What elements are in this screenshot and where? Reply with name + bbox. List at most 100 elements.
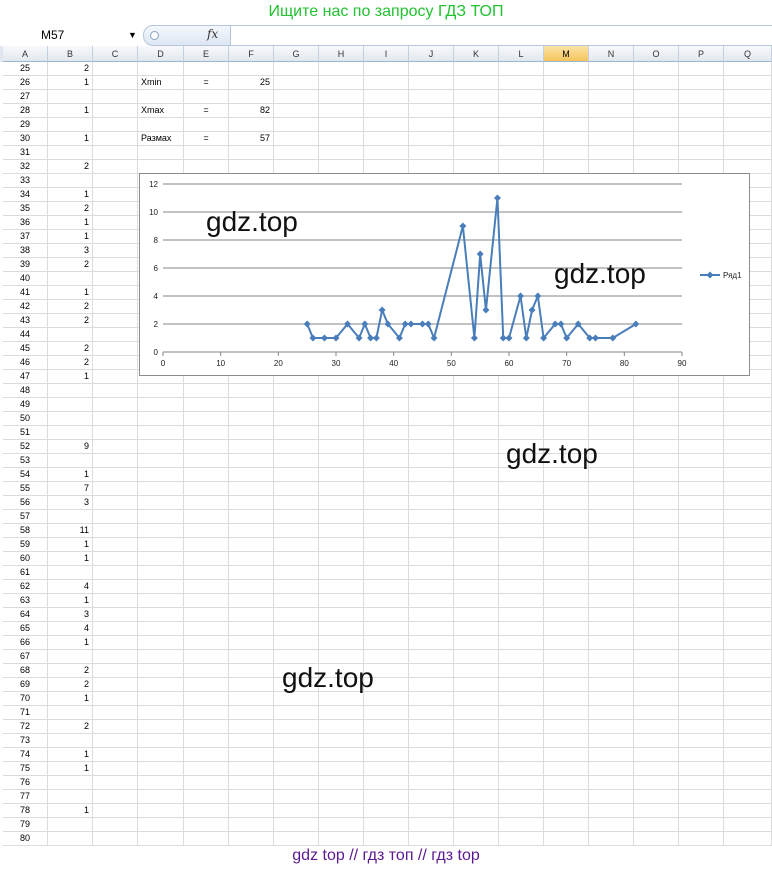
cell-h26[interactable]	[319, 76, 364, 90]
cell-d76[interactable]	[138, 776, 184, 790]
cell-o26[interactable]	[634, 76, 679, 90]
cell-i30[interactable]	[364, 132, 409, 146]
cell-i64[interactable]	[364, 608, 409, 622]
cell-c45[interactable]	[93, 342, 138, 356]
cell-e27[interactable]	[184, 90, 229, 104]
cell-e74[interactable]	[184, 748, 229, 762]
row-header[interactable]: 78	[3, 804, 48, 818]
cell-n48[interactable]	[589, 384, 634, 398]
cell-d58[interactable]	[138, 524, 184, 538]
row-header[interactable]: 80	[3, 832, 48, 846]
cell-k66[interactable]	[454, 636, 499, 650]
name-box[interactable]: M57 ▼	[0, 26, 140, 44]
cell-j25[interactable]	[409, 62, 454, 76]
cell-i59[interactable]	[364, 538, 409, 552]
cell-g74[interactable]	[274, 748, 319, 762]
cell-c63[interactable]	[93, 594, 138, 608]
cell-g59[interactable]	[274, 538, 319, 552]
cell-b46[interactable]: 2	[48, 356, 93, 370]
row-header[interactable]: 59	[3, 538, 48, 552]
cell-k50[interactable]	[454, 412, 499, 426]
cell-q68[interactable]	[724, 664, 772, 678]
cell-c72[interactable]	[93, 720, 138, 734]
row-header[interactable]: 44	[3, 328, 48, 342]
chevron-down-icon[interactable]: ▼	[128, 26, 137, 44]
cell-e67[interactable]	[184, 650, 229, 664]
cell-c66[interactable]	[93, 636, 138, 650]
cell-k25[interactable]	[454, 62, 499, 76]
cell-c31[interactable]	[93, 146, 138, 160]
cell-p73[interactable]	[679, 734, 724, 748]
cell-j56[interactable]	[409, 496, 454, 510]
cell-d25[interactable]	[138, 62, 184, 76]
cell-f30[interactable]: 57	[229, 132, 274, 146]
cell-q76[interactable]	[724, 776, 772, 790]
cell-c30[interactable]	[93, 132, 138, 146]
cell-b43[interactable]: 2	[48, 314, 93, 328]
cell-o58[interactable]	[634, 524, 679, 538]
cell-n27[interactable]	[589, 90, 634, 104]
cell-k73[interactable]	[454, 734, 499, 748]
cell-p76[interactable]	[679, 776, 724, 790]
cell-g32[interactable]	[274, 160, 319, 174]
cell-d78[interactable]	[138, 804, 184, 818]
cell-i29[interactable]	[364, 118, 409, 132]
cell-q48[interactable]	[724, 384, 772, 398]
cell-f65[interactable]	[229, 622, 274, 636]
cell-n60[interactable]	[589, 552, 634, 566]
row-header[interactable]: 56	[3, 496, 48, 510]
cell-n63[interactable]	[589, 594, 634, 608]
cell-h30[interactable]	[319, 132, 364, 146]
cell-c76[interactable]	[93, 776, 138, 790]
cell-p78[interactable]	[679, 804, 724, 818]
cell-h51[interactable]	[319, 426, 364, 440]
cell-b70[interactable]: 1	[48, 692, 93, 706]
cell-o61[interactable]	[634, 566, 679, 580]
cell-c29[interactable]	[93, 118, 138, 132]
cell-m30[interactable]	[544, 132, 589, 146]
cell-e68[interactable]	[184, 664, 229, 678]
cell-f78[interactable]	[229, 804, 274, 818]
cell-j53[interactable]	[409, 454, 454, 468]
cell-k72[interactable]	[454, 720, 499, 734]
cell-e50[interactable]	[184, 412, 229, 426]
cell-q79[interactable]	[724, 818, 772, 832]
cell-n80[interactable]	[589, 832, 634, 846]
cell-p49[interactable]	[679, 398, 724, 412]
cell-d77[interactable]	[138, 790, 184, 804]
cell-o32[interactable]	[634, 160, 679, 174]
cell-h70[interactable]	[319, 692, 364, 706]
row-header[interactable]: 69	[3, 678, 48, 692]
cell-g77[interactable]	[274, 790, 319, 804]
cell-m71[interactable]	[544, 706, 589, 720]
cell-o29[interactable]	[634, 118, 679, 132]
cell-i76[interactable]	[364, 776, 409, 790]
cell-b48[interactable]	[48, 384, 93, 398]
cell-d52[interactable]	[138, 440, 184, 454]
column-header-n[interactable]: N	[589, 46, 634, 62]
cell-j75[interactable]	[409, 762, 454, 776]
cell-i56[interactable]	[364, 496, 409, 510]
cell-k48[interactable]	[454, 384, 499, 398]
cell-j52[interactable]	[409, 440, 454, 454]
cell-l72[interactable]	[499, 720, 544, 734]
cell-q51[interactable]	[724, 426, 772, 440]
cell-o54[interactable]	[634, 468, 679, 482]
cell-c77[interactable]	[93, 790, 138, 804]
cell-h80[interactable]	[319, 832, 364, 846]
cell-c28[interactable]	[93, 104, 138, 118]
cell-d75[interactable]	[138, 762, 184, 776]
cell-q31[interactable]	[724, 146, 772, 160]
cell-h58[interactable]	[319, 524, 364, 538]
cell-i71[interactable]	[364, 706, 409, 720]
cell-l66[interactable]	[499, 636, 544, 650]
cell-d53[interactable]	[138, 454, 184, 468]
row-header[interactable]: 28	[3, 104, 48, 118]
cell-n67[interactable]	[589, 650, 634, 664]
cell-e73[interactable]	[184, 734, 229, 748]
cell-o79[interactable]	[634, 818, 679, 832]
cell-f61[interactable]	[229, 566, 274, 580]
cell-b69[interactable]: 2	[48, 678, 93, 692]
cell-m77[interactable]	[544, 790, 589, 804]
cell-j79[interactable]	[409, 818, 454, 832]
